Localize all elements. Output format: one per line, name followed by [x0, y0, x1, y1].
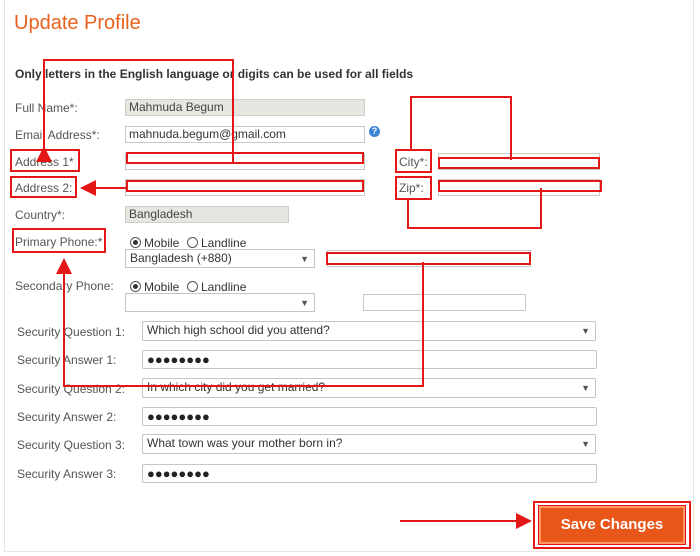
annotation-arrows	[36, 59, 542, 529]
